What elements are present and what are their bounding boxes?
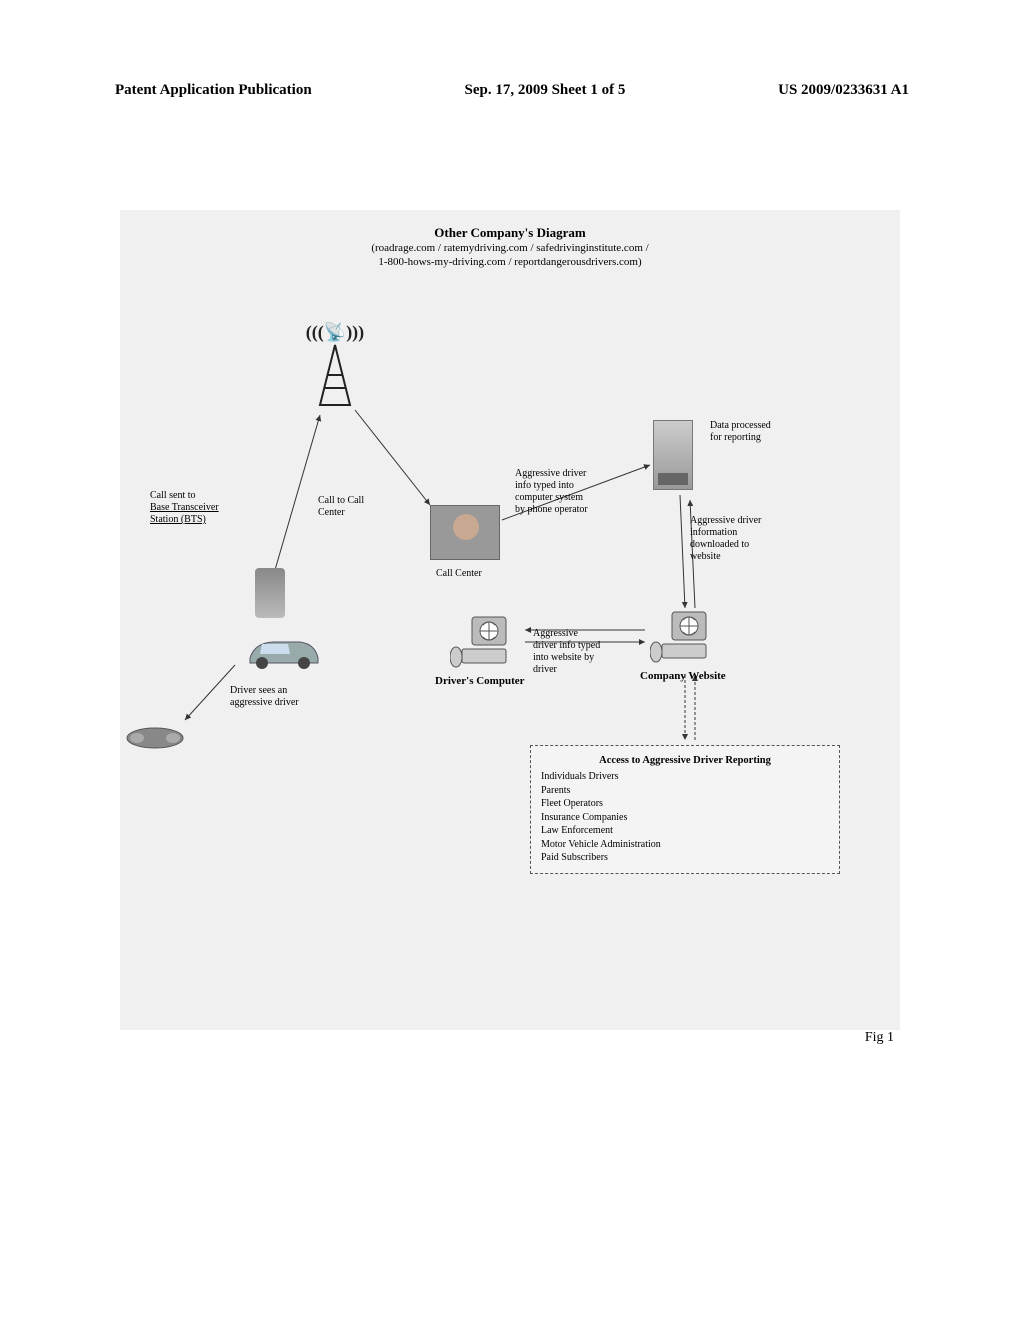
aggdown-label: Aggressive driver information downloaded…	[690, 515, 820, 563]
dataproc-label: Data processed for reporting	[710, 420, 820, 444]
call-to-callcenter-label: Call to Call Center	[318, 495, 408, 519]
title-main: Other Company's Diagram	[120, 225, 900, 241]
bts-label: Call sent to Base Transceiver Station (B…	[150, 490, 270, 526]
aggtyped-l1: Aggressive driver	[515, 468, 635, 480]
agg-website-label: Aggressive driver info typed into websit…	[533, 628, 643, 676]
company-website-label: Company Website	[640, 670, 760, 682]
aggweb-l2: driver info typed	[533, 640, 643, 652]
svg-text:(((📡))): (((📡)))	[306, 320, 364, 343]
access-box: Access to Aggressive Driver Reporting In…	[530, 745, 840, 874]
figure-label: Fig 1	[865, 1030, 894, 1046]
ccc-l2: Center	[318, 507, 408, 519]
access-item: Individuals Drivers	[541, 770, 829, 784]
aggdown-l3: downloaded to	[690, 539, 820, 551]
header-center: Sep. 17, 2009 Sheet 1 of 5	[464, 82, 625, 99]
mobile-phone-icon	[255, 568, 285, 618]
access-item: Insurance Companies	[541, 811, 829, 825]
ccc-l1: Call to Call	[318, 495, 408, 507]
driver-computer-icon	[450, 615, 520, 670]
call-center-operator-icon	[430, 505, 500, 560]
bts-l2: Base Transceiver	[150, 502, 270, 514]
company-website-icon	[650, 610, 720, 665]
aggweb-l4: driver	[533, 664, 643, 676]
dataproc-l1: Data processed	[710, 420, 820, 432]
aggtyped-l4: by phone operator	[515, 504, 635, 516]
phone-handset-icon	[125, 720, 185, 755]
aggtyped-l3: computer system	[515, 492, 635, 504]
access-item: Motor Vehicle Administration	[541, 838, 829, 852]
car-l1: Driver sees an	[230, 685, 350, 697]
access-item: Law Enforcement	[541, 824, 829, 838]
page-header: Patent Application Publication Sep. 17, …	[0, 82, 1024, 99]
aggweb-l3: into website by	[533, 652, 643, 664]
bts-l1: Call sent to	[150, 490, 270, 502]
aggdown-l2: information	[690, 527, 820, 539]
aggweb-l1: Aggressive	[533, 628, 643, 640]
car-icon	[240, 630, 325, 670]
callcenter-label: Call Center	[436, 568, 516, 580]
cell-tower-icon: (((📡)))	[305, 320, 365, 410]
diagram-title: Other Company's Diagram (roadrage.com / …	[120, 225, 900, 270]
car-label: Driver sees an aggressive driver	[230, 685, 350, 709]
aggtyped-l2: info typed into	[515, 480, 635, 492]
access-item: Paid Subscribers	[541, 851, 829, 865]
header-right: US 2009/0233631 A1	[778, 82, 909, 99]
server-icon	[653, 420, 693, 490]
aggdown-l1: Aggressive driver	[690, 515, 820, 527]
access-title: Access to Aggressive Driver Reporting	[541, 754, 829, 768]
agg-typed-label: Aggressive driver info typed into comput…	[515, 468, 635, 516]
dataproc-l2: for reporting	[710, 432, 820, 444]
title-sub1: (roadrage.com / ratemydriving.com / safe…	[120, 241, 900, 255]
title-sub2: 1-800-hows-my-driving.com / reportdanger…	[120, 255, 900, 269]
diagram-area: Other Company's Diagram (roadrage.com / …	[120, 210, 900, 1030]
bts-l3: Station (BTS)	[150, 514, 270, 526]
access-item: Parents	[541, 784, 829, 798]
header-left: Patent Application Publication	[115, 82, 312, 99]
car-l2: aggressive driver	[230, 697, 350, 709]
driver-computer-label: Driver's Computer	[435, 675, 555, 687]
aggdown-l4: website	[690, 551, 820, 563]
access-item: Fleet Operators	[541, 797, 829, 811]
